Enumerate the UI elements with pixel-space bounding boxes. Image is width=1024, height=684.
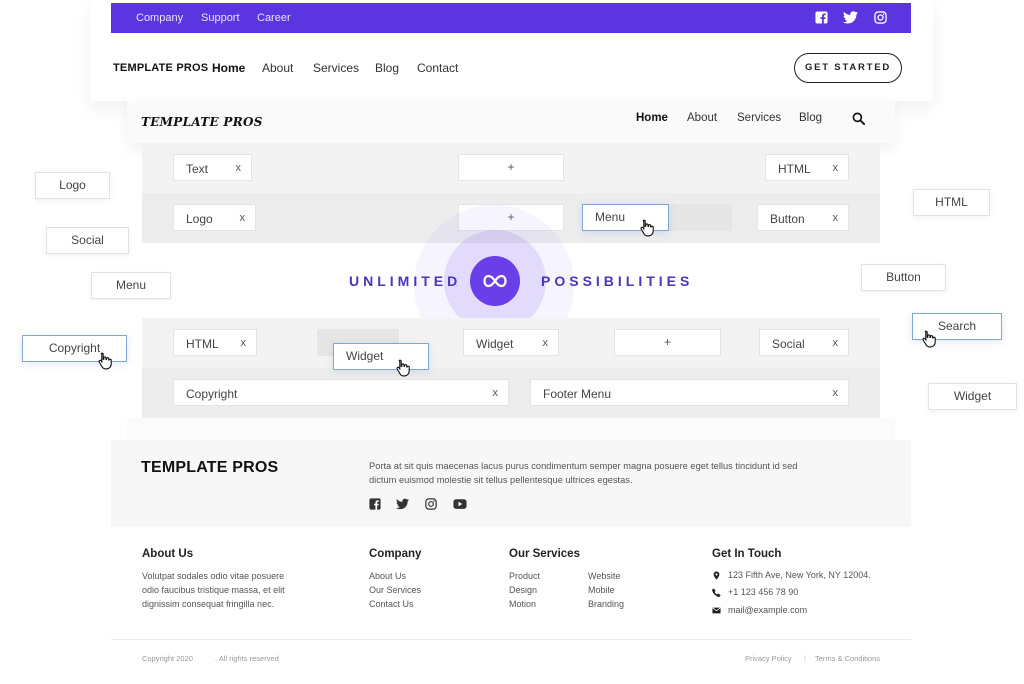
dragging-chip-widget[interactable]: Widget bbox=[333, 343, 429, 370]
phone-icon bbox=[712, 588, 721, 597]
footer-top: TEMPLATE PROS Porta at sit quis maecenas… bbox=[111, 440, 911, 527]
builder-row-3: HTML x Widget x + Social x bbox=[142, 318, 880, 368]
add-element-button[interactable]: + bbox=[458, 154, 564, 181]
privacy-policy-link[interactable]: Privacy Policy bbox=[745, 654, 792, 663]
footer-bottom: Copyright 2020 . All rights reserved Pri… bbox=[111, 639, 911, 677]
footer-link-website[interactable]: Website bbox=[588, 571, 620, 581]
remove-icon[interactable]: x bbox=[833, 337, 839, 349]
footer-heading-services: Our Services bbox=[509, 548, 580, 560]
footer-link-our-services[interactable]: Our Services bbox=[369, 585, 421, 595]
element-chip-text[interactable]: Text x bbox=[173, 154, 252, 181]
footer-brand[interactable]: TEMPLATE PROS bbox=[141, 459, 278, 477]
infinity-icon bbox=[483, 274, 507, 288]
remove-icon[interactable]: x bbox=[833, 212, 839, 224]
twitter-icon[interactable] bbox=[843, 11, 858, 24]
footer-heading-about: About Us bbox=[142, 548, 194, 560]
contact-phone[interactable]: +1 123 456 78 90 bbox=[728, 587, 798, 597]
footer-link-contact-us[interactable]: Contact Us bbox=[369, 599, 414, 609]
main-navigation: TEMPLATE PROS Home About Services Blog C… bbox=[111, 33, 911, 101]
footer-heading-contact: Get In Touch bbox=[712, 548, 782, 560]
element-chip-footer-menu[interactable]: Footer Menu x bbox=[530, 379, 849, 406]
about-text: odio faucibus tristique massa, et elit bbox=[142, 585, 285, 595]
footer-link-about-us[interactable]: About Us bbox=[369, 571, 406, 581]
floating-element-button[interactable]: Button bbox=[861, 264, 946, 291]
remove-icon[interactable]: x bbox=[833, 162, 839, 174]
search-icon[interactable] bbox=[852, 112, 865, 125]
facebook-icon[interactable] bbox=[815, 11, 828, 24]
infinity-badge bbox=[470, 256, 520, 306]
youtube-icon[interactable] bbox=[453, 498, 467, 510]
remove-icon[interactable]: x bbox=[543, 337, 549, 349]
contact-email[interactable]: mail@example.com bbox=[728, 605, 807, 615]
element-chip-widget[interactable]: Widget x bbox=[463, 329, 559, 356]
hand-cursor-icon bbox=[640, 219, 654, 237]
element-chip-copyright[interactable]: Copyright x bbox=[173, 379, 509, 406]
floating-element-logo[interactable]: Logo bbox=[35, 172, 110, 199]
element-chip-button[interactable]: Button x bbox=[757, 204, 849, 231]
nav-item-about[interactable]: About bbox=[262, 61, 293, 75]
dragging-chip-menu[interactable]: Menu bbox=[582, 204, 669, 231]
topbar-link-career[interactable]: Career bbox=[257, 12, 291, 24]
floating-element-menu[interactable]: Menu bbox=[91, 272, 171, 299]
footer-links: About Us Volutpat sodales odio vitae pos… bbox=[111, 527, 911, 639]
copyright-text: Copyright 2020 bbox=[142, 654, 193, 663]
hand-cursor-icon bbox=[396, 359, 410, 377]
footer-link-mobile[interactable]: Mobile bbox=[588, 585, 615, 595]
builder-row-1: Text x + HTML x bbox=[142, 143, 880, 193]
floating-element-social[interactable]: Social bbox=[46, 227, 129, 254]
hand-cursor-icon bbox=[922, 330, 936, 348]
remove-icon[interactable]: x bbox=[833, 387, 839, 399]
element-chip-social[interactable]: Social x bbox=[759, 329, 849, 356]
add-element-button[interactable]: + bbox=[614, 329, 721, 356]
remove-icon[interactable]: x bbox=[241, 337, 247, 349]
footer-link-design[interactable]: Design bbox=[509, 585, 537, 595]
facebook-icon[interactable] bbox=[369, 498, 381, 510]
nav-item-services[interactable]: Services bbox=[313, 61, 359, 75]
about-text: Volutpat sodales odio vitae posuere bbox=[142, 571, 285, 581]
element-chip-logo[interactable]: Logo x bbox=[173, 204, 256, 231]
terms-link[interactable]: Terms & Conditions bbox=[815, 654, 880, 663]
nav-item-contact[interactable]: Contact bbox=[417, 61, 458, 75]
banner-text-left: UNLIMITED bbox=[349, 273, 462, 289]
floating-element-widget[interactable]: Widget bbox=[928, 383, 1017, 410]
instagram-icon[interactable] bbox=[425, 498, 437, 510]
nav-item-blog[interactable]: Blog bbox=[375, 61, 399, 75]
element-chip-html[interactable]: HTML x bbox=[765, 154, 849, 181]
element-chip-html-2[interactable]: HTML x bbox=[173, 329, 257, 356]
header-preview-2: TEMPLATE PROS Home About Services Blog bbox=[127, 101, 895, 143]
top-bar: Company Support Career bbox=[111, 3, 911, 33]
location-icon bbox=[713, 571, 720, 580]
about-text: dignissim consequat fringilla nec. bbox=[142, 599, 275, 609]
nav2-item-about[interactable]: About bbox=[687, 112, 717, 124]
banner-text-right: POSSIBILITIES bbox=[541, 273, 694, 289]
remove-icon[interactable]: x bbox=[240, 212, 246, 224]
email-icon bbox=[712, 607, 721, 614]
footer-description: Porta at sit quis maecenas lacus purus c… bbox=[369, 461, 798, 485]
nav2-item-blog[interactable]: Blog bbox=[799, 112, 822, 124]
nav2-item-home[interactable]: Home bbox=[636, 112, 668, 124]
contact-address: 123 Fifth Ave, New York, NY 12004. bbox=[728, 570, 871, 580]
footer-link-motion[interactable]: Motion bbox=[509, 599, 536, 609]
hand-cursor-icon bbox=[98, 352, 112, 370]
footer-gap bbox=[127, 418, 895, 440]
builder-row-4: Copyright x Footer Menu x bbox=[142, 368, 880, 418]
footer-link-product[interactable]: Product bbox=[509, 571, 540, 581]
topbar-link-support[interactable]: Support bbox=[201, 12, 240, 24]
footer-heading-company: Company bbox=[369, 548, 422, 560]
link-separator: | bbox=[804, 654, 806, 663]
get-started-button[interactable]: GET STARTED bbox=[794, 53, 902, 83]
site-logo[interactable]: TEMPLATE PROS bbox=[113, 62, 208, 74]
remove-icon[interactable]: x bbox=[493, 387, 499, 399]
twitter-icon[interactable] bbox=[396, 498, 409, 510]
site-logo-2[interactable]: TEMPLATE PROS bbox=[141, 115, 263, 129]
nav-item-home[interactable]: Home bbox=[212, 61, 245, 75]
topbar-link-company[interactable]: Company bbox=[136, 12, 183, 24]
remove-icon[interactable]: x bbox=[236, 162, 242, 174]
instagram-icon[interactable] bbox=[874, 11, 887, 24]
nav2-item-services[interactable]: Services bbox=[737, 112, 781, 124]
footer-link-branding[interactable]: Branding bbox=[588, 599, 624, 609]
rights-text: . All rights reserved bbox=[215, 654, 279, 663]
floating-element-html[interactable]: HTML bbox=[913, 189, 990, 216]
